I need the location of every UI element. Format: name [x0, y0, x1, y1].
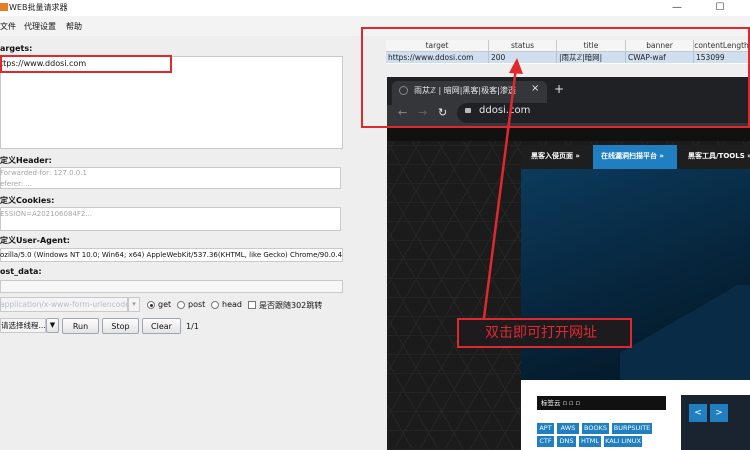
clear-button[interactable]: Clear [142, 318, 181, 334]
menu-file[interactable]: 文件 [0, 21, 16, 33]
user-agent-label: 定义User-Agent: [0, 236, 71, 245]
cookies-placeholder: ESSION=A202106084F2... [0, 210, 93, 218]
site-nav-item[interactable]: 黑客入侵页面 » [531, 151, 580, 161]
method-head-label: head [222, 300, 242, 309]
tag-item[interactable]: CTF [537, 436, 554, 447]
header-placeholder-1: Forwarded-for: 127.0.0.1 [0, 169, 87, 177]
title-bar [0, 0, 750, 16]
content-type-value: application/x-www-form-urlencoded [0, 300, 135, 309]
hero-shape [620, 285, 750, 380]
stop-button[interactable]: Stop [102, 318, 139, 334]
follow-302-checkbox[interactable] [248, 301, 256, 309]
site-nav-item-active[interactable]: 在线漏洞扫描平台 » [601, 151, 664, 161]
tag-item[interactable]: HTML [579, 436, 601, 447]
carousel-next-icon[interactable]: > [710, 404, 728, 422]
menu-proxy-settings[interactable]: 代理设置 [24, 21, 56, 33]
tag-item[interactable]: BOOKS [582, 423, 609, 434]
carousel-prev-icon[interactable]: < [689, 404, 707, 422]
method-post-label: post [188, 300, 206, 309]
header-placeholder-2: eferer: ... [0, 180, 33, 188]
annotation-arrow-icon [482, 58, 523, 319]
run-button[interactable]: Run [62, 318, 99, 334]
follow-302-label: 是否跟随302跳转 [259, 301, 323, 310]
method-get-label: get [158, 300, 172, 309]
method-get-radio[interactable] [147, 301, 155, 309]
tag-item[interactable]: BURPSUITE [612, 423, 652, 434]
menu-help[interactable]: 帮助 [66, 21, 82, 33]
thread-dropdown-icon[interactable]: ▼ [46, 318, 59, 333]
method-post-radio[interactable] [177, 301, 185, 309]
chevron-down-icon[interactable]: ▾ [128, 297, 140, 312]
minimize-button[interactable]: — [662, 0, 692, 16]
tag-item[interactable]: APT [537, 423, 554, 434]
post-data-input[interactable] [0, 280, 343, 293]
targets-label: argets: [0, 44, 33, 53]
tag-item[interactable]: AWS [557, 423, 579, 434]
tag-item[interactable]: DNS [557, 436, 576, 447]
tag-item[interactable]: KALI LINUX [604, 436, 642, 447]
app-icon [0, 3, 8, 11]
maximize-button[interactable]: ☐ [705, 0, 735, 16]
annotation-callout: 双击即可打开网址 [457, 318, 632, 348]
site-nav-item[interactable]: 黑客工具/TOOLS » [688, 151, 750, 161]
highlight-box-results [361, 27, 750, 128]
highlight-box-targets [0, 55, 172, 73]
thread-select[interactable]: 请选择线程... [0, 318, 46, 333]
method-head-radio[interactable] [211, 301, 219, 309]
post-data-label: ost_data: [0, 267, 42, 276]
user-agent-value: ozilla/5.0 (Windows NT 10.0; Win64; x64)… [0, 251, 342, 259]
cookies-label: 定义Cookies: [0, 196, 55, 205]
tags-title: 标签云 ▫ ▫ ▫ [537, 396, 666, 410]
window-title: WEB批量请求器 [9, 3, 68, 12]
header-label: 定义Header: [0, 156, 52, 165]
progress-count: 1/1 [186, 322, 199, 331]
